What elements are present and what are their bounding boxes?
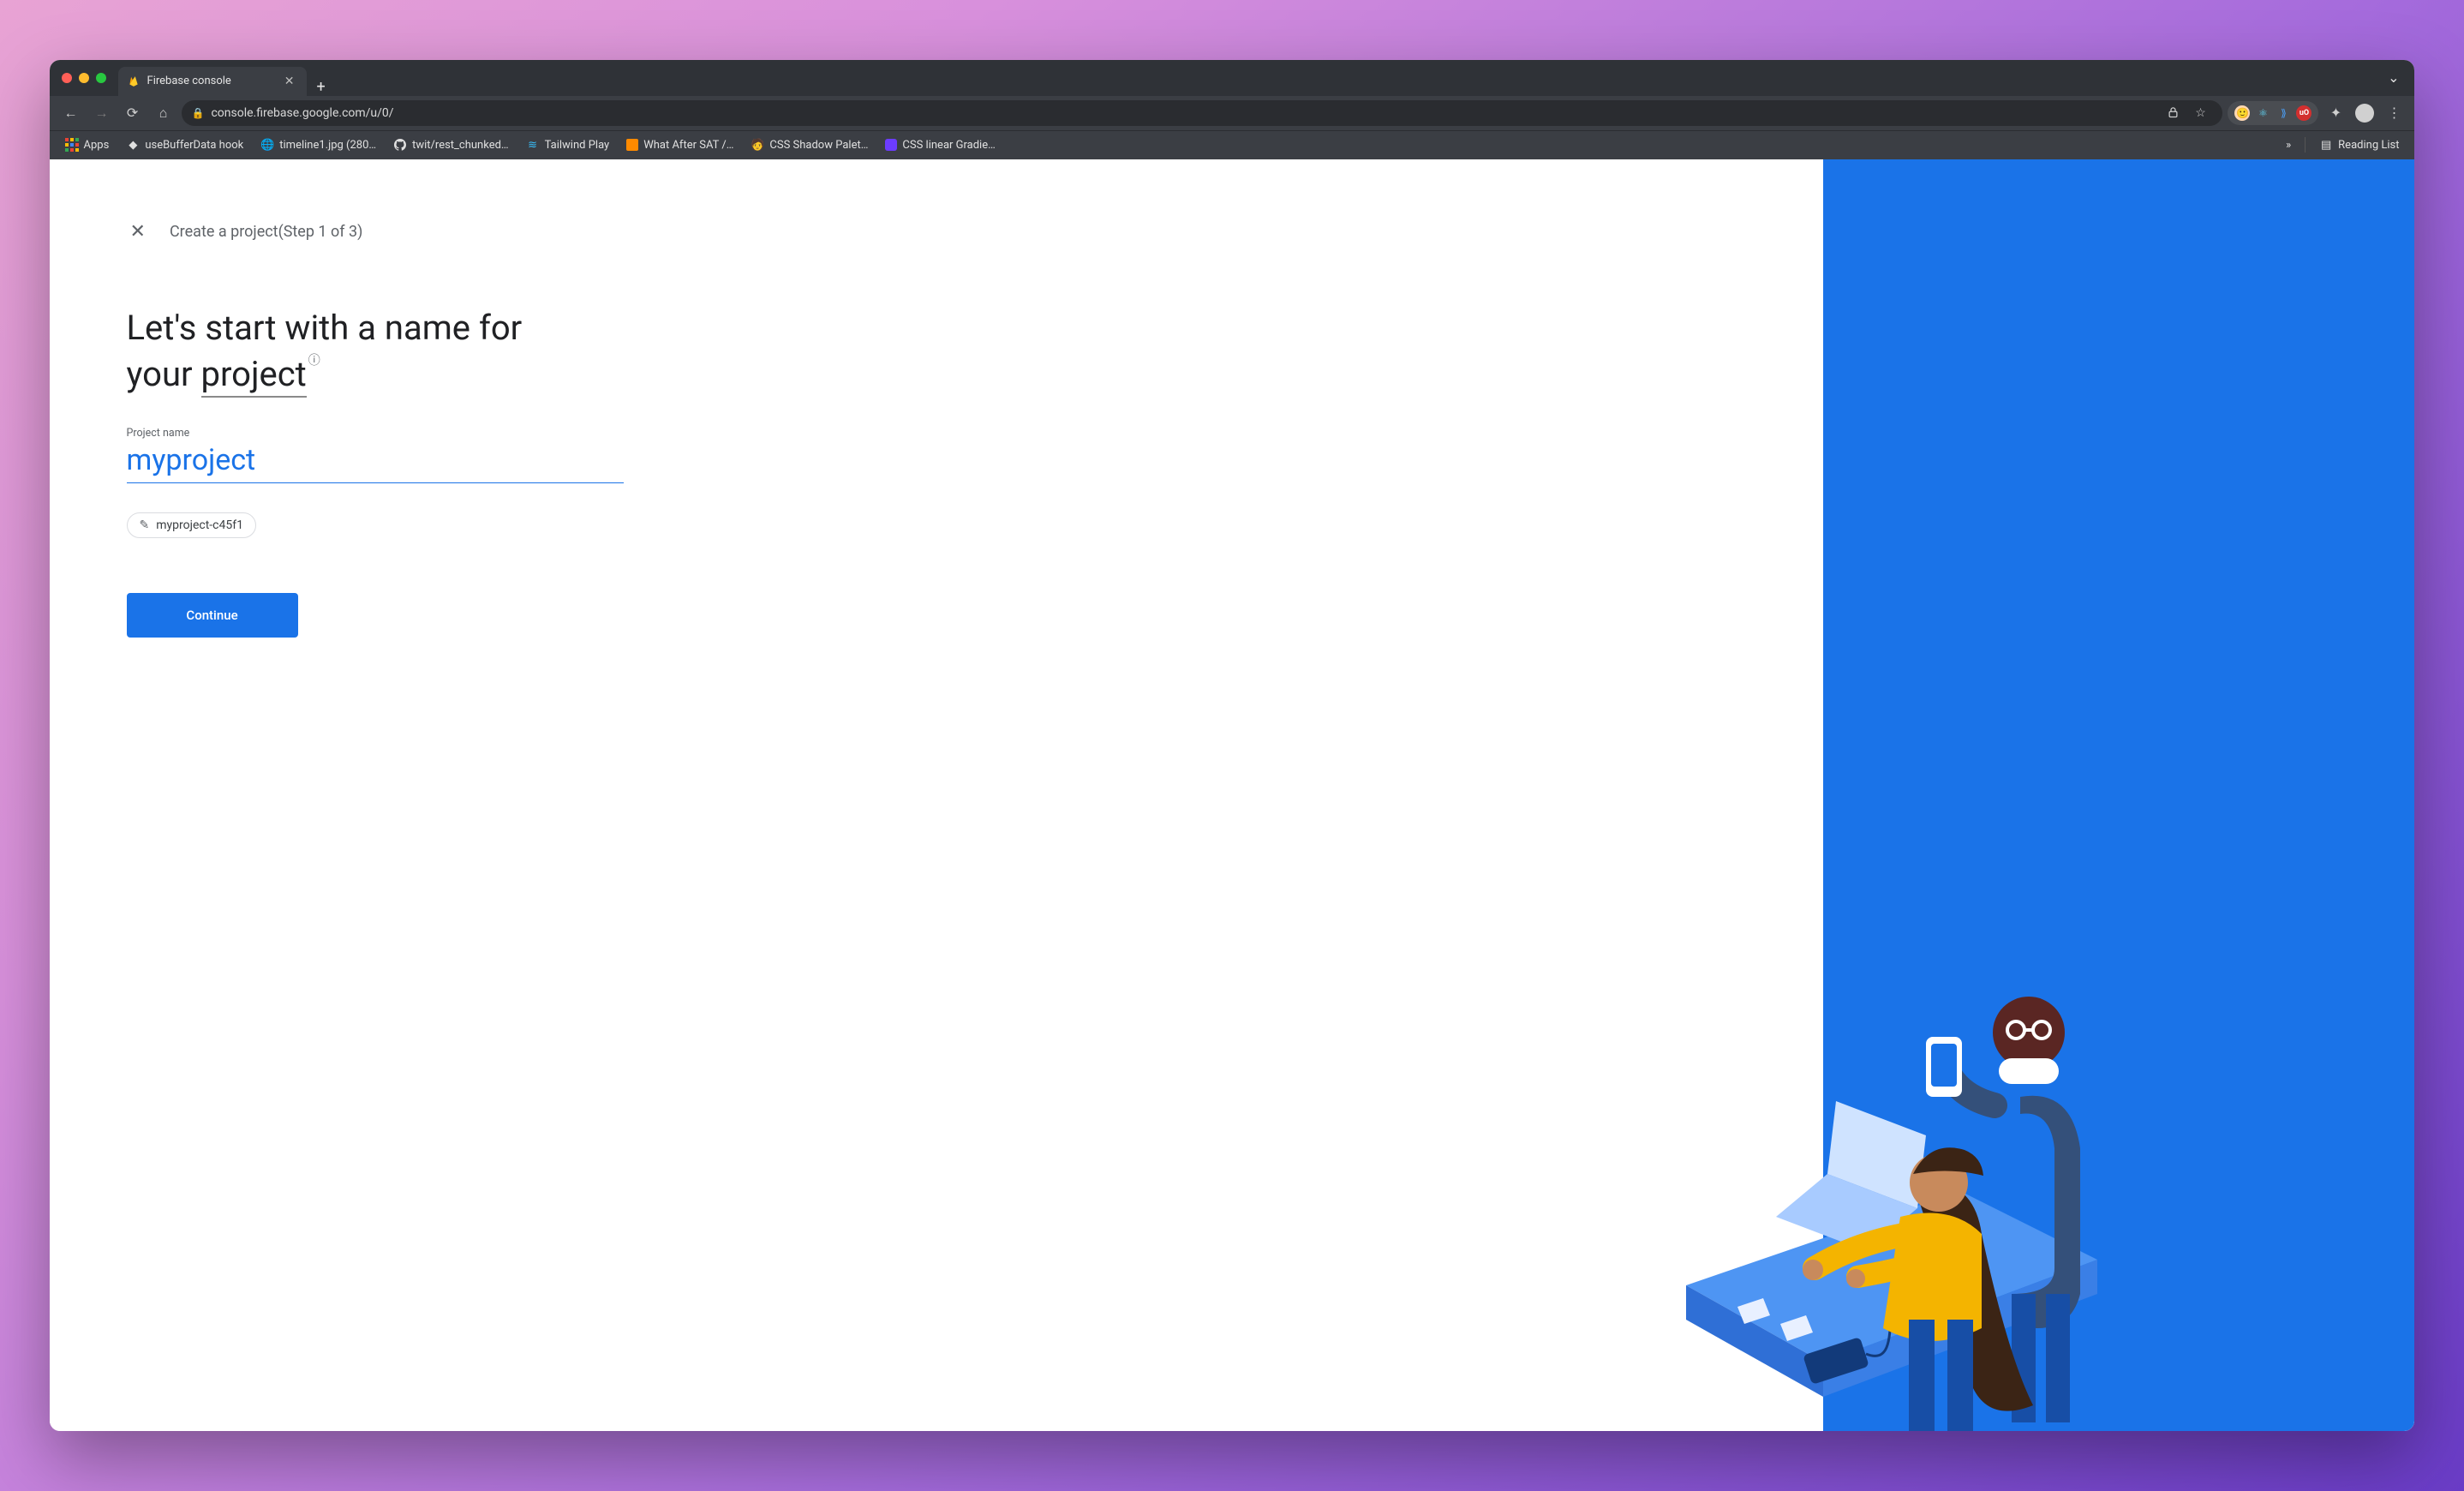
traffic-lights <box>62 73 106 83</box>
chevron-more-icon: » <box>2286 139 2291 152</box>
reading-list-label: Reading List <box>2338 139 2399 152</box>
bookmark-item[interactable]: ◆ useBufferData hook <box>119 135 250 155</box>
extension-icon[interactable]: ⟫ <box>2276 105 2291 121</box>
bookmark-favicon-icon: ◆ <box>126 138 140 152</box>
hero-line-1: Let's start with a name for <box>127 308 523 348</box>
project-term-underlined[interactable]: project <box>201 354 307 398</box>
minimize-window-icon[interactable] <box>79 73 89 83</box>
home-button[interactable]: ⌂ <box>151 100 176 126</box>
close-icon[interactable]: ✕ <box>127 219 149 245</box>
profile-avatar[interactable] <box>2353 101 2377 125</box>
hero-line-2-prefix: your <box>127 354 201 394</box>
tab-overflow-icon[interactable]: ⌄ <box>2379 69 2407 86</box>
bookmark-label: Tailwind Play <box>545 139 610 152</box>
help-icon[interactable]: ⓘ <box>308 354 320 368</box>
field-label: Project name <box>127 427 624 440</box>
page-header: ✕ Create a project(Step 1 of 3) <box>127 219 1747 245</box>
illustration-panel <box>1823 159 2414 1432</box>
bookmark-favicon-icon <box>885 139 897 151</box>
bookmark-favicon-icon: 🧑 <box>751 138 764 152</box>
tab-title: Firebase console <box>147 75 231 87</box>
kebab-menu-icon[interactable]: ⋮ <box>2382 101 2406 125</box>
back-button[interactable]: ← <box>58 100 84 126</box>
extensions-pill: 🙂 ⚛ ⟫ uO <box>2228 101 2318 125</box>
project-name-input[interactable] <box>127 441 624 483</box>
reading-list-button[interactable]: ▤ Reading List <box>2312 135 2406 155</box>
project-id-text: myproject-c45f1 <box>156 518 243 532</box>
continue-button[interactable]: Continue <box>127 593 298 638</box>
bookmark-label: timeline1.jpg (280… <box>279 139 376 152</box>
bookmark-item[interactable]: What After SAT /… <box>619 135 740 155</box>
bookmark-label: CSS Shadow Palet… <box>769 139 868 152</box>
main-form-area: ✕ Create a project(Step 1 of 3) Let's st… <box>50 159 1824 1432</box>
tab-close-icon[interactable]: ✕ <box>281 73 298 90</box>
extension-icon[interactable]: ⚛ <box>2255 105 2270 121</box>
github-icon <box>393 138 407 152</box>
extensions-puzzle-icon[interactable]: ✦ <box>2323 101 2347 125</box>
browser-window: Firebase console ✕ + ⌄ ← → ⟳ ⌂ 🔒 console… <box>50 60 2415 1432</box>
tailwind-icon: ≋ <box>526 138 540 152</box>
bookmark-label: twit/rest_chunked… <box>412 139 509 152</box>
project-id-chip[interactable]: ✎ myproject-c45f1 <box>127 512 256 538</box>
maximize-window-icon[interactable] <box>96 73 106 83</box>
titlebar: Firebase console ✕ + ⌄ <box>50 60 2415 96</box>
star-icon[interactable]: ☆ <box>2188 101 2212 125</box>
lock-icon: 🔒 <box>192 107 205 119</box>
forward-button[interactable]: → <box>89 100 115 126</box>
reload-button[interactable]: ⟳ <box>120 100 146 126</box>
bookmark-label: Apps <box>84 139 110 152</box>
extension-icon[interactable]: uO <box>2296 105 2311 121</box>
bookmark-favicon-icon <box>626 139 638 151</box>
bookmark-apps[interactable]: Apps <box>58 135 117 155</box>
bookmark-item[interactable]: ≋ Tailwind Play <box>519 135 617 155</box>
project-name-field: Project name <box>127 427 624 483</box>
extension-icon[interactable]: 🙂 <box>2234 105 2250 121</box>
new-tab-button[interactable]: + <box>307 78 336 96</box>
address-bar: ← → ⟳ ⌂ 🔒 console.firebase.google.com/u/… <box>50 96 2415 130</box>
pencil-icon: ✎ <box>140 518 150 532</box>
tab-firebase-console[interactable]: Firebase console ✕ <box>118 67 307 96</box>
firebase-favicon-icon <box>127 75 141 88</box>
reading-list-icon: ▤ <box>2319 138 2333 152</box>
breadcrumb: Create a project(Step 1 of 3) <box>170 223 362 241</box>
url-text: console.firebase.google.com/u/0/ <box>211 106 393 120</box>
tab-strip: Firebase console ✕ + <box>118 60 2380 96</box>
bookmark-overflow[interactable]: » <box>2279 135 2298 155</box>
omnibox[interactable]: 🔒 console.firebase.google.com/u/0/ ☆ <box>182 100 2223 126</box>
page-title: Let's start with a name for your project… <box>127 305 607 398</box>
share-icon[interactable] <box>2161 101 2185 125</box>
bookmark-item[interactable]: 🌐 timeline1.jpg (280… <box>254 135 383 155</box>
apps-grid-icon <box>65 138 79 152</box>
bookmark-item[interactable]: CSS linear Gradie… <box>878 135 1002 155</box>
breadcrumb-title: Create a project <box>170 223 278 241</box>
bookmarks-bar: Apps ◆ useBufferData hook 🌐 timeline1.jpg … <box>50 130 2415 159</box>
bookmark-favicon-icon: 🌐 <box>260 138 274 152</box>
close-window-icon[interactable] <box>62 73 72 83</box>
project-id-row: ✎ myproject-c45f1 <box>127 512 1747 538</box>
bookmark-item[interactable]: 🧑 CSS Shadow Palet… <box>744 135 875 155</box>
bookmark-label: CSS linear Gradie… <box>902 139 995 152</box>
bookmark-label: useBufferData hook <box>145 139 243 152</box>
bookmark-label: What After SAT /… <box>643 139 733 152</box>
bookmark-item[interactable]: twit/rest_chunked… <box>386 135 516 155</box>
step-indicator: (Step 1 of 3) <box>278 223 363 241</box>
page-content: ✕ Create a project(Step 1 of 3) Let's st… <box>50 159 2415 1432</box>
